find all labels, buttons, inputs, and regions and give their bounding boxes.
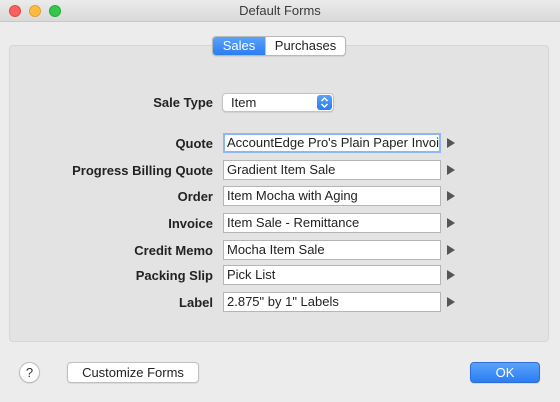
quote-label: Quote (175, 136, 213, 151)
progress-billing-quote-label: Progress Billing Quote (72, 163, 213, 178)
credit-memo-label: Credit Memo (134, 243, 213, 258)
label-triangle-right-icon[interactable] (446, 296, 456, 308)
order-field[interactable]: Item Mocha with Aging (223, 186, 441, 206)
credit-memo-triangle-right-icon[interactable] (446, 244, 456, 256)
label-form-label: Label (179, 295, 213, 310)
tab-purchases[interactable]: Purchases (265, 37, 345, 55)
title-bar: Default Forms (0, 0, 560, 22)
order-triangle-right-icon[interactable] (446, 190, 456, 202)
help-button[interactable]: ? (19, 362, 40, 383)
progress-billing-quote-field[interactable]: Gradient Item Sale (223, 160, 441, 180)
window-title: Default Forms (239, 3, 321, 18)
packing-slip-label: Packing Slip (135, 268, 213, 283)
tab-sales[interactable]: Sales (213, 37, 265, 55)
invoice-label: Invoice (168, 216, 213, 231)
quote-triangle-right-icon[interactable] (446, 137, 456, 149)
order-label: Order (177, 189, 213, 204)
sale-type-label: Sale Type (153, 95, 213, 110)
credit-memo-field[interactable]: Mocha Item Sale (223, 240, 441, 260)
tab-segmented-control: Sales Purchases (212, 36, 346, 56)
label-form-field[interactable]: 2.875" by 1" Labels (223, 292, 441, 312)
invoice-triangle-right-icon[interactable] (446, 217, 456, 229)
progress-billing-triangle-right-icon[interactable] (446, 164, 456, 176)
invoice-field[interactable]: Item Sale - Remittance (223, 213, 441, 233)
sale-type-value: Item (231, 95, 257, 110)
packing-slip-field[interactable]: Pick List (223, 265, 441, 285)
default-forms-window: Default Forms Sales Purchases Sale Type … (0, 0, 560, 402)
packing-slip-triangle-right-icon[interactable] (446, 269, 456, 281)
chevron-updown-icon (317, 95, 332, 110)
ok-button[interactable]: OK (470, 362, 540, 383)
customize-forms-button[interactable]: Customize Forms (67, 362, 199, 383)
sale-type-select[interactable]: Item (222, 93, 334, 112)
quote-field[interactable]: AccountEdge Pro's Plain Paper Invoice (223, 133, 441, 153)
